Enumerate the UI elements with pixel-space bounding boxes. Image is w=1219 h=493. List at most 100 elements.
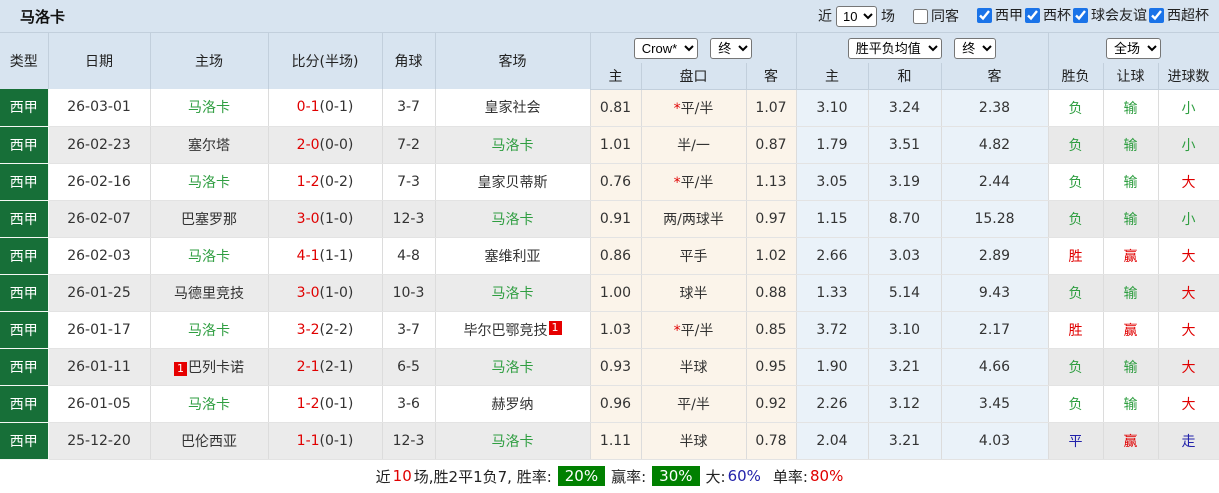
goals-cell: 大 <box>1158 385 1219 423</box>
outcome-cell: 胜 <box>1048 237 1104 275</box>
top-bar: 马洛卡 近 10 场 同客 西甲 西杯 球会友谊 西超杯 <box>0 0 1219 33</box>
home-team-cell: 巴塞罗那 <box>150 200 269 238</box>
away-team-cell: 赫罗纳 <box>435 385 591 423</box>
handicap-cell: 两/两球半 <box>641 200 747 238</box>
single-label: 单率: <box>772 467 808 486</box>
corners-cell: 3-6 <box>382 385 436 423</box>
score-cell: 3-0(1-0) <box>268 274 383 312</box>
odds-away-cell: 1.13 <box>746 163 797 201</box>
handicap-cell: *平/半 <box>641 311 747 349</box>
league-cell: 西甲 <box>0 126 49 164</box>
score-cell: 4-1(1-1) <box>268 237 383 275</box>
avg-home-cell: 3.10 <box>796 89 869 127</box>
avg-draw-cell: 3.19 <box>868 163 942 201</box>
handicap-result-cell: 输 <box>1103 200 1159 238</box>
avg-home-cell: 1.33 <box>796 274 869 312</box>
avg-away-cell: 2.89 <box>941 237 1049 275</box>
league-cell: 西甲 <box>0 311 49 349</box>
same-venue-label: 同客 <box>931 9 959 25</box>
outcome-cell: 负 <box>1048 126 1104 164</box>
handicap-result-cell: 输 <box>1103 126 1159 164</box>
subcol-handicap-result: 让球 <box>1103 63 1159 90</box>
handicap-cell: 球半 <box>641 274 747 312</box>
odds-away-cell: 0.87 <box>746 126 797 164</box>
avg-draw-cell: 3.03 <box>868 237 942 275</box>
corners-cell: 12-3 <box>382 200 436 238</box>
odds-home-cell: 0.81 <box>590 89 642 127</box>
competition-filter-西杯[interactable]: 西杯 <box>1023 5 1071 25</box>
date-cell: 26-01-17 <box>48 311 151 349</box>
odds-home-cell: 0.86 <box>590 237 642 275</box>
avg-draw-cell: 3.10 <box>868 311 942 349</box>
subcol-odds-home: 主 <box>590 63 642 90</box>
col-header-score: 比分(半场) <box>268 33 383 89</box>
matches-label: 场 <box>881 9 895 25</box>
handicap-cell: 平/半 <box>641 385 747 423</box>
competition-checkbox[interactable] <box>977 7 992 23</box>
avg-away-cell: 2.17 <box>941 311 1049 349</box>
odds-home-cell: 1.00 <box>590 274 642 312</box>
away-team-cell: 马洛卡 <box>435 200 591 238</box>
table-row: 西甲 26-01-11 1 巴列卡诺 2-1(2-1) 6-5 马洛卡 0.93 … <box>0 348 1219 386</box>
win-odds-label: 赢率: <box>611 467 647 486</box>
col-header-type: 类型 <box>0 33 49 89</box>
odds-away-cell: 1.02 <box>746 237 797 275</box>
avg-away-cell: 2.38 <box>941 89 1049 127</box>
avg-draw-cell: 3.12 <box>868 385 942 423</box>
league-cell: 西甲 <box>0 348 49 386</box>
score-cell: 2-1(2-1) <box>268 348 383 386</box>
odds-away-cell: 0.88 <box>746 274 797 312</box>
date-cell: 26-03-01 <box>48 89 151 127</box>
corners-cell: 7-2 <box>382 126 436 164</box>
col-header-corners: 角球 <box>382 33 436 89</box>
home-team-cell: 马洛卡 <box>150 237 269 275</box>
filter-controls: 近 10 场 同客 西甲 西杯 球会友谊 西超杯 <box>818 5 1209 27</box>
corners-cell: 6-5 <box>382 348 436 386</box>
home-team-cell: 马洛卡 <box>150 89 269 127</box>
avg-state-select[interactable]: 终 <box>954 37 997 59</box>
competition-filter-西超杯[interactable]: 西超杯 <box>1147 5 1209 25</box>
handicap-result-cell: 输 <box>1103 385 1159 423</box>
scope-select[interactable]: 全场 <box>1106 37 1161 59</box>
handicap-cell: *平/半 <box>641 89 747 127</box>
corners-cell: 10-3 <box>382 274 436 312</box>
competition-checkbox[interactable] <box>1149 7 1164 23</box>
handicap-cell: 半球 <box>641 348 747 386</box>
handicap-result-cell: 输 <box>1103 163 1159 201</box>
league-cell: 西甲 <box>0 163 49 201</box>
odds-home-cell: 1.11 <box>590 422 642 460</box>
avg-type-select[interactable]: 胜平负均值 <box>847 37 942 59</box>
competition-filter-西甲[interactable]: 西甲 <box>975 5 1023 25</box>
table-row: 西甲 26-01-25 马德里竞技 3-0(1-0) 10-3 马洛卡 1.00… <box>0 274 1219 312</box>
odds-state-select[interactable]: 终 <box>710 37 753 59</box>
competition-checkbox[interactable] <box>1025 7 1040 23</box>
col-header-away: 客场 <box>435 33 591 89</box>
table-row: 西甲 26-01-17 马洛卡 3-2(2-2) 3-7 毕尔巴鄂竞技 1 1.0… <box>0 311 1219 349</box>
odds-company-select[interactable]: Crow* <box>633 37 698 59</box>
col-header-home: 主场 <box>150 33 269 89</box>
competition-checkbox[interactable] <box>1073 7 1088 23</box>
odds-home-cell: 1.01 <box>590 126 642 164</box>
summary-footer: 近 10 场,胜2平1负7, 胜率: 20% 赢率: 30% 大: 60% 单率: 80… <box>0 460 1219 493</box>
same-venue-toggle[interactable]: 同客 <box>911 6 959 26</box>
away-team-cell: 塞维利亚 <box>435 237 591 275</box>
big-label: 大: <box>705 467 726 486</box>
competition-label: 西杯 <box>1043 8 1071 25</box>
corners-cell: 3-7 <box>382 89 436 127</box>
competition-label: 西超杯 <box>1167 8 1209 25</box>
recent-count-select[interactable]: 10 <box>836 5 877 27</box>
match-history-table: 类型 日期 主场 比分(半场) 角球 客场 Crow* 终 胜平负均值 终 全场… <box>0 33 1219 460</box>
odds-away-cell: 0.92 <box>746 385 797 423</box>
same-venue-checkbox[interactable] <box>913 8 928 24</box>
away-team-cell: 马洛卡 <box>435 126 591 164</box>
avg-away-cell: 15.28 <box>941 200 1049 238</box>
odds-away-cell: 0.78 <box>746 422 797 460</box>
goals-cell: 小 <box>1158 89 1219 127</box>
home-team-cell: 马洛卡 <box>150 311 269 349</box>
competition-filter-球会友谊[interactable]: 球会友谊 <box>1071 5 1147 25</box>
date-cell: 26-02-03 <box>48 237 151 275</box>
odds-home-cell: 0.76 <box>590 163 642 201</box>
scope-select-group: 全场 <box>1048 33 1219 63</box>
outcome-cell: 负 <box>1048 89 1104 127</box>
recent-label: 近 <box>818 9 832 25</box>
